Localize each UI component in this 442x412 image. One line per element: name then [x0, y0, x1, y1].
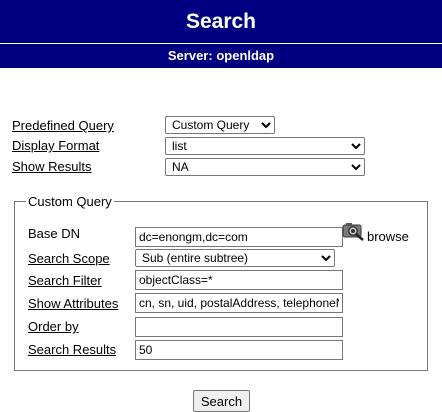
page-title: Search: [0, 0, 442, 43]
search-results-input[interactable]: [135, 340, 343, 360]
search-filter-input[interactable]: [135, 270, 343, 290]
order-by-input[interactable]: [135, 317, 343, 337]
server-prefix: Server:: [167, 48, 213, 63]
show-attributes-input[interactable]: [135, 293, 343, 313]
show-results-label: Show Results: [12, 159, 92, 174]
browse-link[interactable]: browse: [367, 229, 409, 244]
search-results-label: Search Results: [28, 342, 117, 357]
custom-query-legend: Custom Query: [26, 194, 114, 209]
server-name: openldap: [216, 48, 275, 63]
predefined-query-select[interactable]: Custom Query: [165, 116, 275, 134]
search-button[interactable]: Search: [193, 390, 250, 412]
base-dn-label: Base DN: [28, 226, 81, 241]
server-bar: Server: openldap: [0, 44, 442, 68]
order-by-label: Order by: [28, 319, 79, 334]
search-scope-select[interactable]: Sub (entire subtree): [135, 249, 335, 267]
search-filter-label: Search Filter: [28, 273, 102, 288]
base-dn-input[interactable]: [135, 227, 343, 247]
show-results-select[interactable]: NA: [165, 158, 365, 176]
browse-icon[interactable]: [342, 221, 366, 241]
display-format-select[interactable]: list: [165, 137, 365, 155]
show-attributes-label: Show Attributes: [28, 296, 119, 311]
display-format-label: Display Format: [12, 138, 100, 153]
search-scope-label: Search Scope: [28, 251, 110, 266]
predefined-query-label: Predefined Query: [12, 118, 114, 133]
